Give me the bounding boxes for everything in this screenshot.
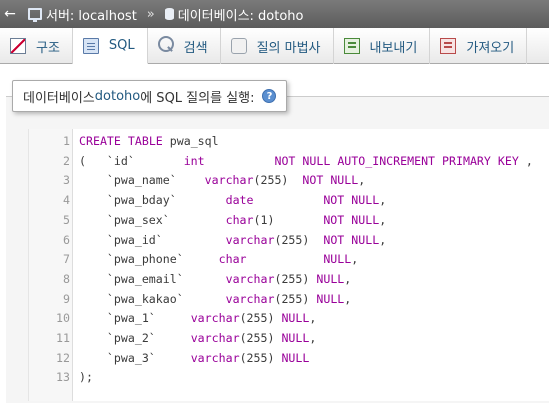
code-text[interactable]: `pwa_2` varchar(255) NULL, (79, 328, 316, 348)
back-arrow-icon[interactable]: ← (0, 6, 20, 22)
legend-database-name: dotoho (94, 88, 141, 104)
tab-query-label: 질의 마법사 (256, 40, 321, 56)
breadcrumb-server-label[interactable]: 서버: localhost (46, 5, 137, 24)
code-text[interactable]: ( `id` int NOT NULL AUTO_INCREMENT PRIMA… (79, 151, 533, 171)
server-icon (28, 8, 42, 22)
sql-icon (82, 37, 99, 54)
breadcrumb: ← 서버: localhost » 데이터베이스: dotoho (0, 0, 549, 28)
code-text[interactable]: ); (79, 367, 93, 387)
tab-bar: 구조 SQL 검색 질의 마법사 내보내기 가져오기 (0, 28, 549, 64)
code-text[interactable]: `pwa_id` varchar(255) NOT NULL, (79, 230, 386, 250)
code-text[interactable]: `pwa_email` varchar(255) NULL, (79, 269, 351, 289)
tab-structure-label: 구조 (36, 40, 60, 56)
export-icon (343, 38, 360, 54)
line-number: 7 (63, 252, 70, 267)
search-icon (157, 36, 174, 52)
legend-prefix: 데이터베이스 (23, 90, 95, 106)
line-number: 6 (63, 232, 70, 247)
import-icon (440, 38, 457, 54)
code-text[interactable]: `pwa_name` varchar(255) NOT NULL, (79, 170, 365, 190)
line-number: 8 (63, 271, 70, 286)
code-text[interactable]: `pwa_kakao` varchar(255) NULL, (79, 289, 351, 309)
breadcrumb-server[interactable]: 서버: localhost (20, 5, 143, 24)
line-number: 9 (63, 291, 70, 306)
tab-export-label: 내보내기 (369, 40, 418, 56)
code-text[interactable]: `pwa_phone` char NULL, (79, 249, 358, 269)
tab-search[interactable]: 검색 (148, 28, 221, 64)
breadcrumb-database[interactable]: 데이터베이스: dotoho (157, 5, 310, 24)
line-number: 4 (63, 193, 70, 208)
line-number: 5 (63, 212, 70, 227)
tab-export[interactable]: 내보내기 (334, 28, 431, 64)
sql-legend: 데이터베이스 dotoho 에 SQL 질의를 실행: ? (12, 80, 288, 112)
line-number: 2 (63, 153, 70, 168)
database-icon (164, 8, 174, 20)
breadcrumb-separator: » (146, 6, 155, 22)
code-text[interactable]: `pwa_1` varchar(255) NULL, (79, 308, 316, 328)
breadcrumb-database-label[interactable]: 데이터베이스: dotoho (178, 5, 304, 24)
line-number: 3 (63, 173, 70, 188)
tab-query[interactable]: 질의 마법사 (221, 28, 334, 64)
line-number: 12 (56, 350, 70, 365)
line-number: 10 (56, 311, 70, 326)
code-text[interactable]: `pwa_bday` date NOT NULL, (79, 190, 386, 210)
tab-structure[interactable]: 구조 (0, 28, 73, 64)
tab-sql[interactable]: SQL (72, 28, 148, 64)
tab-search-label: 검색 (183, 40, 208, 56)
code-text[interactable]: `pwa_sex` char(1) NOT NULL, (79, 210, 386, 230)
line-number: 1 (63, 134, 70, 148)
line-number: 13 (56, 370, 70, 385)
line-number: 11 (56, 331, 70, 345)
tab-import-label: 가져오기 (466, 40, 515, 56)
structure-icon (10, 38, 26, 54)
help-icon[interactable]: ? (262, 89, 277, 103)
legend-suffix: 에 SQL 질의를 실행: (140, 90, 255, 106)
code-text[interactable]: CREATE TABLE pwa_sql (79, 131, 219, 151)
code-text[interactable]: `pwa_3` varchar(255) NULL (79, 348, 309, 368)
tab-sql-label: SQL (108, 38, 135, 53)
tab-import[interactable]: 가져오기 (430, 28, 528, 64)
query-icon (230, 38, 247, 54)
sql-editor[interactable]: 1 CREATE TABLE pwa_sql 2 ( `id` int NOT NUL… (28, 129, 549, 401)
